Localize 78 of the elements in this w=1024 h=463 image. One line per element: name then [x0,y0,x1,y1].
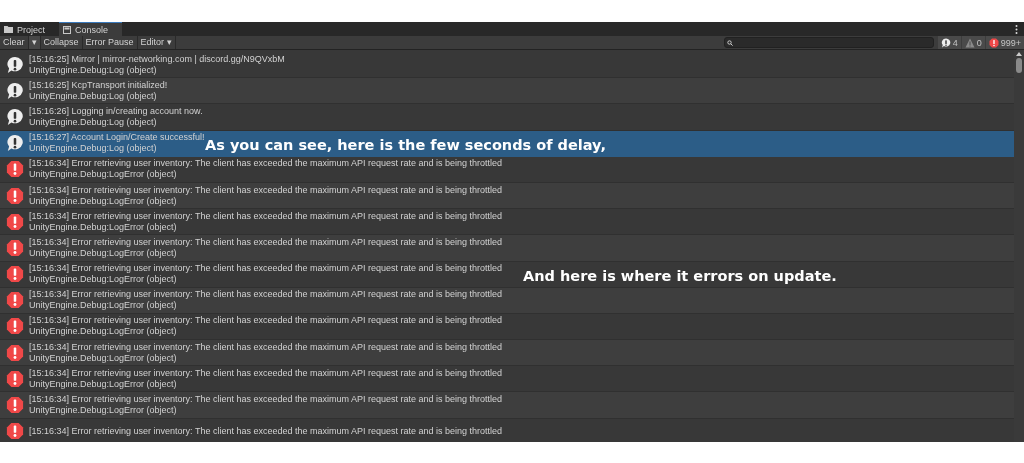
log-source: UnityEngine.Debug:LogError (object) [29,352,178,364]
log-entry[interactable]: [15:16:27] Account Login/Create successful! UnityEngine.Debug:Log (object) As you can see, here is the few seconds of delay, [0,130,1014,157]
error-icon [988,37,999,48]
count-toggle[interactable]: 0 [961,36,985,49]
log-entry[interactable]: [15:16:25] Mirror | mirror-networking.com | discord.gg/N9QVxbM UnityEngine.Debug:Log (object) [0,52,1014,79]
folder-icon [4,26,13,33]
log-entry[interactable]: [15:16:34] Error retrieving user inventory: The client has exceeded the maximum API request rate and is being throttled UnityEngine.Debug:LogError (object) [0,313,1014,341]
toolbar-button[interactable]: Collapse [40,36,83,49]
log-entry[interactable]: [15:16:34] Error retrieving user inventory: The client has exceeded the maximum API request rate and is being throttled UnityEngine.Debug:LogError (object) [0,235,1014,262]
count-toggle[interactable]: 999+ [985,36,1024,49]
info-icon [6,134,24,153]
log-source: UnityEngine.Debug:LogError (object) [29,274,178,286]
log-message: [15:16:25] KcpTransport initialized! [29,79,168,91]
log-source: UnityEngine.Debug:LogError (object) [29,300,178,312]
log-source: UnityEngine.Debug:LogError (object) [29,221,178,233]
annotation-caption: As you can see, here is the few seconds of delay, [205,136,606,153]
log-entry[interactable]: [15:16:34] Error retrieving user inventory: The client has exceeded the maximum API request rate and is being throttled UnityEngine.Debug:LogError (object) And here is where it errors on update. [0,261,1014,288]
log-message: [15:16:34] Error retrieving user inventory: The client has exceeded the maximum API request rate and is being throttled [29,394,503,406]
tab[interactable]: Console [59,22,123,36]
log-entry[interactable]: [15:16:34] Error retrieving user inventory: The client has exceeded the maximum API request rate and is being throttled UnityEngine.Debug:LogError (object) [0,340,1014,367]
annotation-caption: And here is where it errors on update. [523,267,837,284]
search-field[interactable] [723,37,934,48]
log-message: [15:16:34] Error retrieving user inventory: The client has exceeded the maximum API request rate and is being throttled [29,210,503,222]
log-source: UnityEngine.Debug:LogError (object) [29,378,178,390]
toolbar-button[interactable]: Error Pause [82,36,138,49]
error-icon [6,317,24,336]
console-icon [63,25,71,34]
log-message: [15:16:34] Error retrieving user inventory: The client has exceeded the maximum API request rate and is being throttled [29,158,503,170]
info-icon [6,81,24,100]
log-entry[interactable]: [15:16:34] Error retrieving user inventory: The client has exceeded the maximum API request rate and is being throttled UnityEngine.Debug:LogError (object) [0,182,1014,210]
info-icon [940,37,951,48]
error-icon [6,212,24,231]
log-message: [15:16:34] Error retrieving user inventory: The client has exceeded the maximum API request rate and is being throttled [29,236,503,248]
log-source: UnityEngine.Debug:LogError (object) [29,405,178,417]
log-source: UnityEngine.Debug:LogError (object) [29,247,178,259]
log-message: [15:16:34] Error retrieving user inventory: The client has exceeded the maximum API request rate and is being throttled [29,315,503,327]
log-entry[interactable]: [15:16:25] KcpTransport initialized! UnityEngine.Debug:Log (object) [0,78,1014,105]
log-source: UnityEngine.Debug:Log (object) [29,143,158,155]
info-icon [6,107,24,126]
log-entry[interactable]: [15:16:34] Error retrieving user inventory: The client has exceeded the maximum API request rate and is being throttled UnityEngine.Debug:LogError (object) [0,287,1014,314]
scrollbar-thumb[interactable] [1016,58,1022,73]
log-message: [15:16:34] Error retrieving user inventory: The client has exceeded the maximum API request rate and is being throttled [29,263,503,275]
log-entry[interactable]: [15:16:34] Error retrieving user inventory: The client has exceeded the maximum API request rate and is being throttled UnityEngine.Debug:LogError (object) [0,156,1014,183]
error-icon [6,265,24,284]
log-source: UnityEngine.Debug:Log (object) [29,116,158,128]
error-icon [6,186,24,205]
warning-icon [964,37,975,48]
error-icon [6,396,24,415]
count-toggle[interactable]: 4 [937,36,961,49]
log-entry[interactable]: [15:16:34] Error retrieving user inventory: The client has exceeded the maximum API request rate and is being throttled UnityEngine.Debug:LogError (object) [0,209,1014,236]
toolbar-button[interactable]: Editor ▾ [137,36,176,49]
error-icon [6,343,24,362]
error-icon [6,238,24,257]
info-icon [6,55,24,74]
scroll-up-icon[interactable] [1016,52,1022,56]
toolbar-button[interactable]: Clear [0,36,29,49]
log-entry[interactable]: [15:16:34] Error retrieving user inventory: The client has exceeded the maximum API request rate and is being throttled UnityEngine.Debug:LogError (object) [0,392,1014,419]
log-message: [15:16:34] Error retrieving user inventory: The client has exceeded the maximum API request rate and is being throttled [29,289,503,301]
more-icon[interactable] [1015,25,1018,34]
log-source: UnityEngine.Debug:Log (object) [29,90,158,102]
error-icon [6,369,24,388]
log-message: [15:16:27] Account Login/Create successful! [29,132,205,144]
log-source: UnityEngine.Debug:Log (object) [29,64,158,76]
log-message: [15:16:34] Error retrieving user inventory: The client has exceeded the maximum API request rate and is being throttled [29,341,503,353]
tab[interactable]: Project [0,22,59,36]
error-icon [6,160,24,179]
log-entry[interactable]: [15:16:26] Logging in/creating account now. UnityEngine.Debug:Log (object) [0,104,1014,131]
log-entry[interactable]: [15:16:34] Error retrieving user inventory: The client has exceeded the maximum API request rate and is being throttled UnityEngine.Debug:LogError (object) [0,366,1014,393]
log-source: UnityEngine.Debug:LogError (object) [29,195,178,207]
log-message: [15:16:25] Mirror | mirror-networking.com | discord.gg/N9QVxbM [29,53,285,65]
error-icon [6,291,24,310]
log-message: [15:16:26] Logging in/creating account now. [29,105,203,117]
log-message: [15:16:34] Error retrieving user inventory: The client has exceeded the maximum API request rate and is being throttled [29,425,503,437]
log-source: UnityEngine.Debug:LogError (object) [29,326,178,338]
log-message: [15:16:34] Error retrieving user inventory: The client has exceeded the maximum API request rate and is being throttled [29,367,503,379]
log-message: [15:16:34] Error retrieving user inventory: The client has exceeded the maximum API request rate and is being throttled [29,184,503,196]
log-source: UnityEngine.Debug:LogError (object) [29,169,178,181]
error-icon [6,422,24,441]
